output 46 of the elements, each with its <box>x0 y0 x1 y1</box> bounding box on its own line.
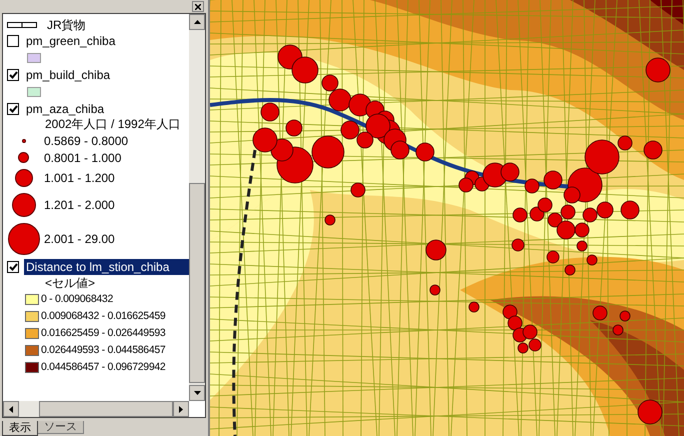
line-symbol-icon <box>7 22 37 28</box>
class-label: 0.016625459 - 0.026449593 <box>41 326 166 341</box>
checkmark-icon <box>8 262 18 270</box>
checkbox[interactable] <box>7 68 19 80</box>
layer-name[interactable]: pm_green_chiba <box>24 32 118 48</box>
right-arrow-icon <box>179 406 183 412</box>
class-label: 0 - 0.009068432 <box>41 292 113 307</box>
class-label: 1.001 - 1.200 <box>44 170 115 187</box>
checkbox[interactable] <box>7 260 19 272</box>
circle-symbol-icon <box>8 223 40 255</box>
circle-symbol-icon <box>22 138 26 142</box>
class-label: 1.201 - 2.000 <box>44 197 115 214</box>
scroll-right-button[interactable] <box>173 401 189 417</box>
tab[interactable]: 表示 <box>2 421 38 436</box>
checkbox[interactable] <box>7 102 19 114</box>
scroll-down-button[interactable] <box>189 385 205 401</box>
tab[interactable]: ソース <box>38 421 84 434</box>
class-label: 0.044586457 - 0.096729942 <box>41 360 166 375</box>
layer-name[interactable]: Distance to lm_stion_chiba <box>24 258 189 274</box>
scroll-up-button[interactable] <box>189 14 205 30</box>
layer-name[interactable]: pm_build_chiba <box>24 66 112 82</box>
layer-name[interactable]: pm_aza_chiba <box>24 100 106 116</box>
checkmark-icon <box>8 104 18 112</box>
layer-name: JR貨物 <box>47 16 86 34</box>
scroll-left-button[interactable] <box>3 401 19 417</box>
class-label: 0.5869 - 0.8000 <box>44 132 128 150</box>
class-label: 0.8001 - 1.000 <box>44 150 122 166</box>
checkmark-icon <box>8 70 18 78</box>
circle-symbol-icon <box>18 152 29 163</box>
class-label: 2.001 - 29.00 <box>44 231 115 248</box>
up-arrow-icon <box>194 20 200 24</box>
legend-heading: <セル値> <box>44 275 96 291</box>
class-label: 0.026449593 - 0.044586457 <box>41 342 166 358</box>
class-label: 0.009068432 - 0.016625459 <box>41 308 166 324</box>
left-arrow-icon <box>9 406 13 412</box>
scroll-thumb[interactable] <box>189 182 205 382</box>
close-icon <box>195 4 201 10</box>
circle-symbol-icon <box>14 169 32 187</box>
down-arrow-icon <box>194 391 200 395</box>
horizontal-scrollbar[interactable] <box>3 401 189 417</box>
vertical-scrollbar[interactable] <box>189 14 205 401</box>
circle-symbol-icon <box>12 193 36 217</box>
legend-heading: 2002年人口 / 1992年人口 <box>44 117 182 132</box>
scroll-thumb[interactable] <box>39 401 173 417</box>
close-button[interactable] <box>192 1 204 12</box>
checkbox[interactable] <box>7 34 19 46</box>
